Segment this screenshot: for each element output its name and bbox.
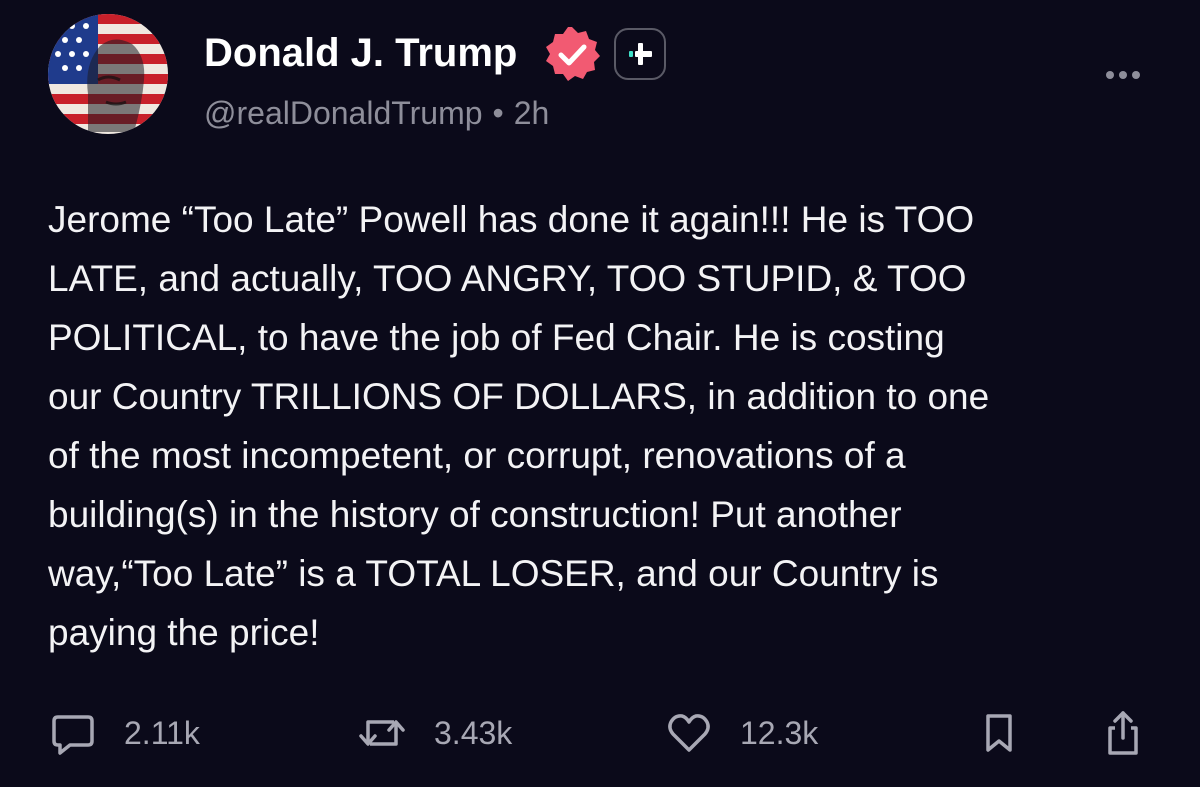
comment-icon	[52, 715, 94, 755]
author-handle[interactable]: @realDonaldTrump	[204, 95, 483, 131]
share-button[interactable]	[1098, 708, 1148, 758]
separator-dot: •	[492, 95, 504, 131]
avatar[interactable]	[48, 14, 168, 134]
more-horizontal-icon[interactable]	[1098, 64, 1148, 86]
avatar-flag-portrait-icon	[48, 14, 168, 134]
post-body-text: Jerome “Too Late” Powell has done it aga…	[48, 199, 990, 653]
share-icon	[1108, 711, 1138, 755]
repost-button[interactable]: 3.43k	[356, 708, 512, 758]
post-timestamp[interactable]: 2h	[514, 95, 550, 131]
author-display-name[interactable]: Donald J. Trump	[204, 30, 517, 76]
like-button[interactable]: 12.3k	[664, 708, 818, 758]
author-meta: @realDonaldTrump • 2h	[204, 94, 549, 132]
repost-icon	[359, 720, 405, 746]
verified-badge-icon	[542, 24, 602, 84]
bookmark-button[interactable]	[976, 708, 1022, 758]
follow-button[interactable]	[614, 28, 666, 80]
heart-icon	[668, 714, 710, 752]
reply-button[interactable]: 2.11k	[48, 708, 200, 758]
plus-icon	[629, 43, 652, 65]
like-count: 12.3k	[740, 715, 819, 751]
repost-count: 3.43k	[434, 715, 513, 751]
bookmark-icon	[986, 714, 1012, 752]
reply-count: 2.11k	[124, 715, 200, 751]
